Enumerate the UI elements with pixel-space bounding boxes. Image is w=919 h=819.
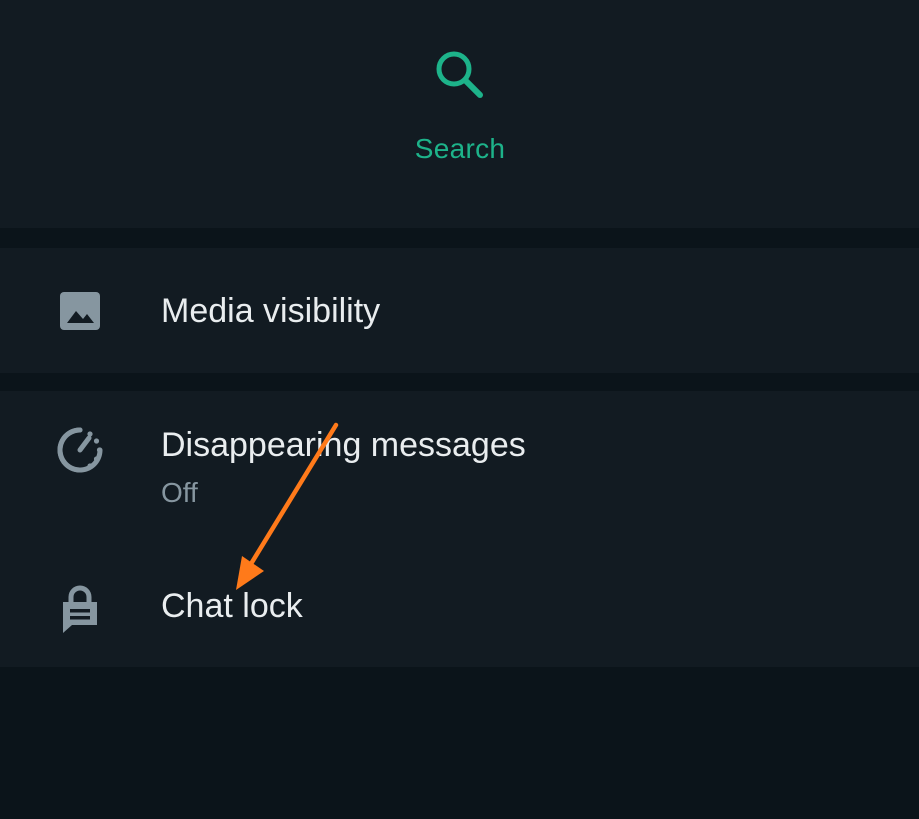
contact-actions-section: Search bbox=[0, 0, 919, 228]
section-divider bbox=[0, 373, 919, 391]
disappearing-messages-row[interactable]: Disappearing messages Off bbox=[0, 391, 919, 531]
chat-lock-row[interactable]: Chat lock bbox=[0, 551, 919, 667]
search-button[interactable]: Search bbox=[380, 30, 540, 190]
disappearing-messages-label: Disappearing messages bbox=[161, 426, 526, 464]
media-visibility-row[interactable]: Media visibility bbox=[0, 248, 919, 373]
timer-icon bbox=[52, 422, 108, 478]
privacy-panel: Disappearing messages Off Chat lock bbox=[0, 391, 919, 667]
lock-chat-icon bbox=[52, 581, 108, 637]
media-visibility-label: Media visibility bbox=[161, 292, 381, 330]
image-icon bbox=[52, 283, 108, 339]
chat-lock-label: Chat lock bbox=[161, 587, 303, 625]
media-visibility-panel: Media visibility bbox=[0, 248, 919, 373]
search-label: Search bbox=[414, 133, 506, 164]
search-icon bbox=[436, 51, 483, 98]
disappearing-messages-value: Off bbox=[161, 477, 198, 508]
section-divider bbox=[0, 228, 919, 248]
